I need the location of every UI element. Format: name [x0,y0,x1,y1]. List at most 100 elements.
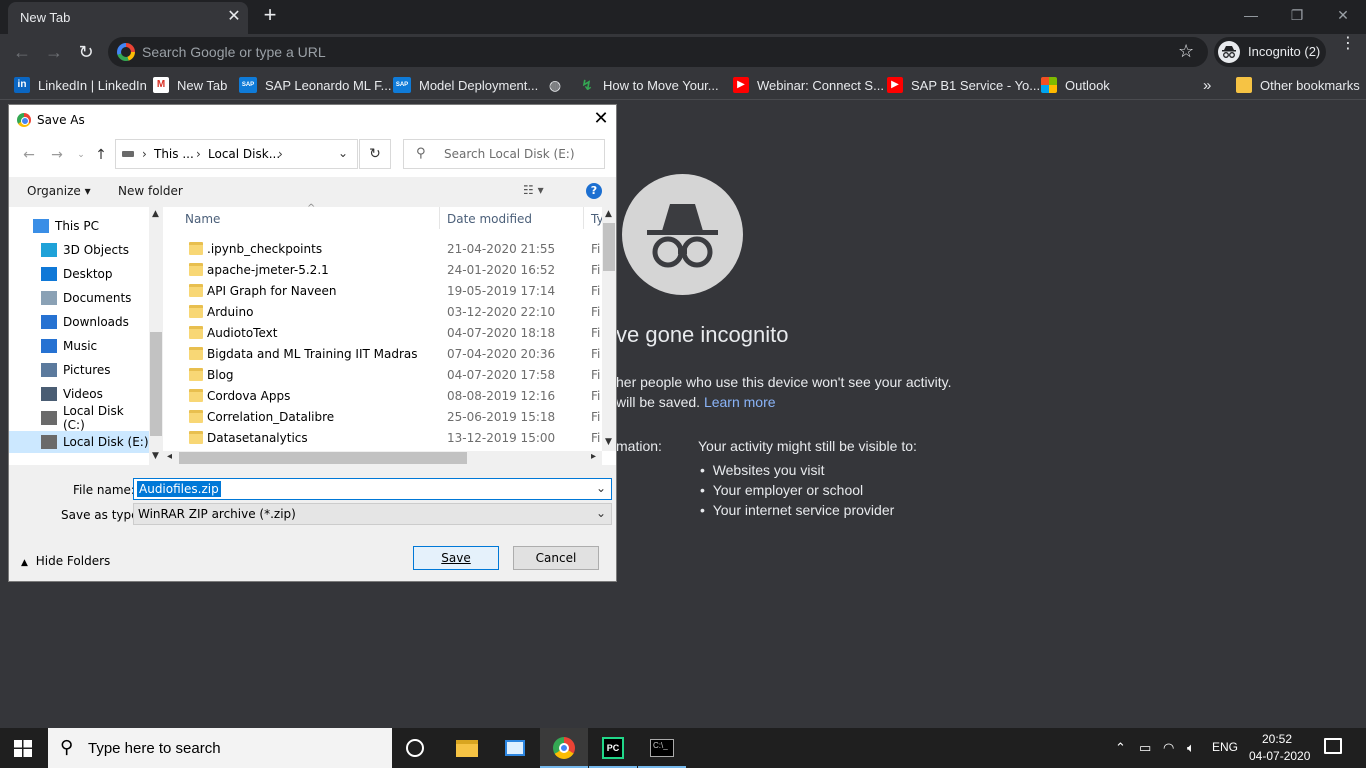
new-folder-button[interactable]: New folder [118,184,183,198]
bookmark-item[interactable]: ↯ How to Move Your... [579,76,719,94]
pycharm-icon[interactable]: PC [589,728,637,768]
file-name-dropdown-chevron-icon[interactable]: ⌄ [596,481,606,495]
file-row[interactable]: AudiotoText 04-07-2020 18:18 Fi [163,323,603,344]
column-divider[interactable] [439,207,440,229]
wifi-icon[interactable]: ◠ [1163,740,1174,756]
clock-date[interactable]: 04-07-2020 [1249,749,1310,763]
column-header-date[interactable]: Date modified [447,212,532,226]
scroll-up-icon[interactable]: ▲ [605,209,612,219]
restore-button[interactable]: ❐ [1274,0,1320,30]
address-dropdown-chevron-icon[interactable]: ⌄ [338,146,348,160]
nav-item-desktop[interactable]: Desktop [9,263,149,285]
breadcrumb-this-pc[interactable]: This ... [154,147,194,161]
omnibox[interactable]: Search Google or type a URL ☆ [108,37,1208,67]
nav-item-downloads[interactable]: Downloads [9,311,149,333]
clock-time[interactable]: 20:52 [1262,732,1292,746]
scroll-left-icon[interactable]: ◂ [167,451,172,462]
close-window-button[interactable]: ✕ [1320,0,1366,30]
nav-scroll-thumb[interactable] [150,332,162,436]
help-icon[interactable]: ? [586,183,602,199]
taskbar-app-icon[interactable] [491,728,539,768]
file-name-input[interactable]: Audiofiles.zip ⌄ [133,478,612,500]
nav-item-documents[interactable]: Documents [9,287,149,309]
column-header-name[interactable]: Name [185,212,220,226]
command-prompt-icon[interactable]: C:\_ [638,728,686,768]
cortana-icon[interactable] [406,739,424,757]
tab-new-tab[interactable]: New Tab ✕ [8,2,248,34]
minimize-button[interactable]: — [1228,0,1274,30]
file-horizontal-scrollbar[interactable]: ◂ ▸ [163,451,602,465]
bookmark-star-icon[interactable]: ☆ [1178,41,1194,62]
scroll-down-icon[interactable]: ▼ [152,451,159,461]
dialog-forward-icon[interactable]: → [47,145,67,165]
scroll-right-icon[interactable]: ▸ [591,451,596,462]
refresh-icon[interactable]: ↻ [359,139,391,169]
notifications-icon[interactable] [1324,738,1342,754]
incognito-profile-button[interactable]: Incognito (2) [1214,37,1326,67]
cancel-button[interactable]: Cancel [513,546,599,570]
show-hidden-icons-chevron-icon[interactable]: ⌃ [1115,740,1126,756]
save-button[interactable]: Save [413,546,499,570]
windows-start-icon[interactable] [14,740,32,757]
new-tab-button[interactable]: + [258,4,282,28]
horizontal-scroll-thumb[interactable] [179,452,467,464]
battery-icon[interactable]: ▭ [1139,740,1151,756]
nav-item-local-disk-c[interactable]: Local Disk (C:) [9,404,149,432]
file-row[interactable]: Datasetanalytics 13-12-2019 15:00 Fi [163,428,603,449]
column-divider[interactable] [583,207,584,229]
bookmark-item[interactable]: ▶ Webinar: Connect S... [733,76,884,94]
nav-item-3d-objects[interactable]: 3D Objects [9,239,149,261]
file-row[interactable]: Correlation_Datalibre 25-06-2019 15:18 Fi [163,407,603,428]
more-bookmarks-chevron-icon[interactable]: » [1203,76,1211,94]
file-row[interactable]: API Graph for Naveen 19-05-2019 17:14 Fi [163,281,603,302]
up-folder-icon[interactable]: ↑ [91,145,111,165]
nav-item-pictures[interactable]: Pictures [9,359,149,381]
language-indicator[interactable]: ENG [1212,740,1238,754]
recent-locations-chevron-icon[interactable]: ⌄ [71,145,91,165]
breadcrumb-local-disk[interactable]: Local Disk... [208,147,280,161]
save-as-type-select[interactable]: WinRAR ZIP archive (*.zip) ⌄ [133,503,612,525]
address-breadcrumb[interactable]: › This ... › Local Disk... › ⌄ [115,139,358,169]
nav-item-this-pc[interactable]: This PC [9,215,149,237]
dialog-back-icon[interactable]: ← [19,145,39,165]
other-bookmarks[interactable]: Other bookmarks [1236,76,1360,94]
bookmark-item[interactable]: Outlook [1041,76,1110,94]
file-scroll-thumb[interactable] [603,223,615,271]
view-options-icon[interactable]: ☷ ▾ [523,183,544,197]
bookmark-item[interactable]: SAP SAP Leonardo ML F... [239,76,391,94]
tab-close-icon[interactable]: ✕ [224,7,244,27]
chrome-menu-icon[interactable]: ⋮ [1338,36,1358,52]
bookmark-item[interactable]: ◍ [547,76,571,94]
file-type: Fi [591,305,601,319]
hide-folders-toggle[interactable]: ▲ Hide Folders [21,554,110,568]
taskbar-search-box[interactable]: ⚲ Type here to search [48,728,392,768]
type-dropdown-chevron-icon[interactable]: ⌄ [596,506,606,520]
forward-button[interactable]: → [42,40,66,64]
bookmark-item[interactable]: M New Tab [153,76,227,94]
chrome-taskbar-icon[interactable] [540,728,588,768]
volume-icon[interactable]: 🔈︎ [1187,740,1195,756]
file-row[interactable]: Arduino 03-12-2020 22:10 Fi [163,302,603,323]
nav-item-local-disk-e[interactable]: Local Disk (E:) [9,431,149,453]
file-row[interactable]: apache-jmeter-5.2.1 24-01-2020 16:52 Fi [163,260,603,281]
scroll-down-icon[interactable]: ▼ [605,437,612,447]
bookmark-item[interactable]: SAP Model Deployment... [393,76,538,94]
file-vertical-scrollbar[interactable]: ▲ ▼ [602,207,616,451]
file-explorer-icon[interactable] [442,728,490,768]
file-row[interactable]: Bigdata and ML Training IIT Madras 07-04-… [163,344,603,365]
back-button[interactable]: ← [10,40,34,64]
file-row[interactable]: Blog 04-07-2020 17:58 Fi [163,365,603,386]
file-row[interactable]: Cordova Apps 08-08-2019 12:16 Fi [163,386,603,407]
bookmark-item[interactable]: in LinkedIn | LinkedIn [14,76,147,94]
scroll-up-icon[interactable]: ▲ [152,209,159,219]
dialog-close-icon[interactable]: ✕ [589,108,613,130]
organize-button[interactable]: Organize ▾ [27,184,91,198]
nav-item-music[interactable]: Music [9,335,149,357]
dialog-search-input[interactable]: ⚲ Search Local Disk (E:) [403,139,605,169]
nav-scrollbar[interactable]: ▲ ▼ [149,207,163,465]
nav-item-videos[interactable]: Videos [9,383,149,405]
reload-button[interactable]: ↻ [74,40,98,64]
bookmark-item[interactable]: ▶ SAP B1 Service - Yo... [887,76,1040,94]
learn-more-link[interactable]: Learn more [704,394,776,410]
file-row[interactable]: .ipynb_checkpoints 21-04-2020 21:55 Fi [163,239,603,260]
